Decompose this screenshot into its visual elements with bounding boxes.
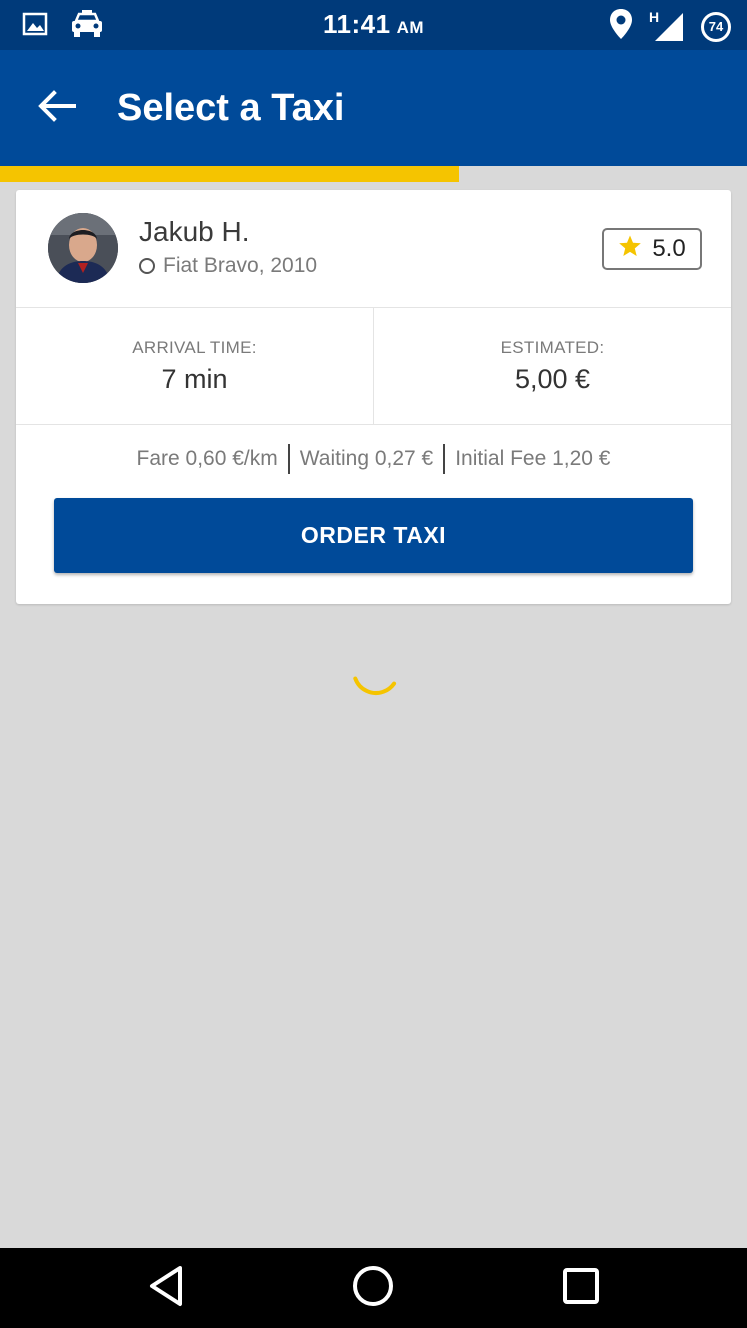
- recents-square-icon: [561, 1266, 601, 1311]
- arrival-time-cell: ARRIVAL TIME: 7 min: [16, 307, 374, 424]
- waiting-fee: Waiting 0,27 €: [299, 447, 434, 470]
- status-time-value: 11:41: [322, 9, 391, 39]
- app-bar: Select a Taxi: [0, 50, 747, 166]
- nav-home-button[interactable]: [348, 1264, 398, 1313]
- progress-bar: [0, 166, 747, 182]
- back-button[interactable]: [32, 86, 82, 130]
- trip-info-row: ARRIVAL TIME: 7 min ESTIMATED: 5,00 €: [16, 307, 731, 425]
- driver-name: Jakub H.: [139, 216, 250, 247]
- location-pin-icon: [609, 8, 633, 45]
- rating-badge: 5.0: [602, 228, 702, 270]
- progress-bar-fill: [0, 166, 459, 182]
- status-time-ampm: AM: [396, 18, 425, 37]
- estimated-price-value: 5,00 €: [514, 364, 591, 394]
- nav-recents-button[interactable]: [556, 1266, 606, 1310]
- driver-avatar: [48, 213, 118, 283]
- fare-divider: [443, 444, 446, 474]
- fare-divider: [287, 444, 290, 474]
- arrival-time-value: 7 min: [161, 364, 228, 394]
- car-model: Fiat Bravo, 2010: [163, 254, 318, 277]
- status-bar: 11:41 AM H 74: [0, 0, 747, 50]
- initial-fee: Initial Fee 1,20 €: [455, 447, 611, 470]
- status-bar-right-icons: H 74: [609, 8, 731, 45]
- estimated-price-cell: ESTIMATED: 5,00 €: [374, 307, 731, 424]
- battery-icon: 74: [701, 11, 731, 42]
- taxi-card: Jakub H. Fiat Bravo, 2010 5.0 ARRIVAL TI…: [16, 190, 731, 604]
- home-circle-icon: [351, 1264, 395, 1313]
- loading-spinner-icon: [349, 644, 403, 698]
- order-taxi-button[interactable]: ORDER TAXI: [54, 498, 693, 573]
- car-info: Fiat Bravo, 2010: [139, 254, 317, 278]
- navigation-bar: [0, 1248, 747, 1328]
- nav-back-button[interactable]: [141, 1265, 191, 1312]
- page-title: Select a Taxi: [117, 87, 345, 129]
- car-color-circle-icon: [139, 258, 155, 274]
- back-triangle-icon: [146, 1265, 186, 1312]
- fare-details: Fare 0,60 €/km Waiting 0,27 € Initial Fe…: [16, 442, 731, 476]
- star-icon: [618, 234, 642, 265]
- signal-icon: H: [649, 9, 685, 43]
- fare-per-km: Fare 0,60 €/km: [136, 447, 278, 470]
- estimated-price-label: ESTIMATED:: [500, 338, 605, 357]
- driver-row: Jakub H. Fiat Bravo, 2010 5.0: [16, 190, 731, 308]
- arrow-left-icon: [38, 89, 76, 127]
- arrival-time-label: ARRIVAL TIME:: [132, 338, 257, 357]
- rating-value: 5.0: [652, 235, 686, 262]
